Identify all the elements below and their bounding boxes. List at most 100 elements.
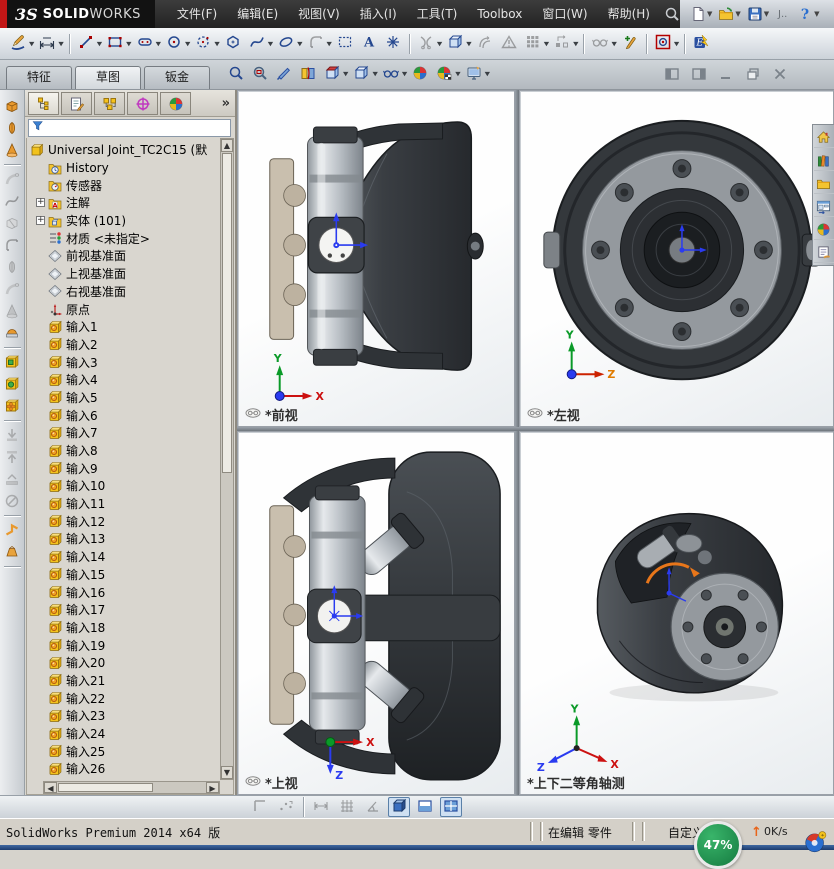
tree-item-输入7[interactable]: 输入7 [30,424,217,442]
tree-item-输入23[interactable]: 输入23 [30,707,217,725]
zoom-to-area[interactable] [249,62,271,86]
smart-dimension[interactable] [36,32,58,56]
tab-featuremanager[interactable] [28,92,59,115]
viewport-top[interactable]: X Z *上视 [237,431,515,795]
taskpane-custom-properties[interactable] [813,242,834,263]
polygon[interactable] [222,32,244,56]
expand-toggle[interactable]: + [36,198,45,208]
dropdown-caret-icon[interactable]: ▼ [707,10,712,18]
help-button[interactable]: ? ▼ [795,5,821,23]
four-view[interactable] [440,797,462,817]
doc-minimize-button[interactable] [716,65,736,83]
tab-propertymanager[interactable] [61,92,92,115]
single-view[interactable] [388,797,410,817]
spline[interactable] [246,32,268,56]
overlay-percent-badge[interactable]: 47% [694,821,742,869]
reference-axis[interactable] [2,395,23,417]
tab-configurationmanager[interactable] [94,92,125,115]
dropdown-caret-icon[interactable]: ▼ [455,71,460,77]
tree-item-输入8[interactable]: 输入8 [30,442,217,460]
tree-item-输入3[interactable]: 输入3 [30,353,217,371]
tree-horizontal-scrollbar[interactable]: ◀ ▶ [43,781,220,794]
tree-item-输入9[interactable]: 输入9 [30,459,217,477]
edit-appearance[interactable] [409,62,431,86]
taskpane-file-explorer[interactable] [813,173,834,194]
tree-item-输入25[interactable]: 输入25 [30,742,217,760]
tree-item-输入18[interactable]: 输入18 [30,619,217,637]
dropdown-caret-icon[interactable]: ▼ [297,40,302,46]
tree-vertical-scrollbar[interactable]: ▲ ▼ [220,138,234,780]
dropdown-caret-icon[interactable]: ▼ [185,40,190,46]
dropdown-caret-icon[interactable]: ▼ [58,40,63,46]
viewport-front[interactable]: Y X *前视 [237,90,515,427]
menu-item-0[interactable]: 文件(F) [167,0,227,28]
menu-item-7[interactable]: 帮助(H) [598,0,660,28]
dropdown-caret-icon[interactable]: ▼ [97,40,102,46]
dropdown-caret-icon[interactable]: ▼ [485,71,490,77]
search-icon[interactable] [664,6,680,22]
tree-item-输入5[interactable]: 输入5 [30,389,217,407]
circle[interactable] [163,32,185,56]
tab-特征[interactable]: 特征 [6,66,73,89]
doc-restore-button[interactable] [743,65,763,83]
sketch[interactable] [7,32,29,56]
dropdown-caret-icon[interactable]: ▼ [29,40,34,46]
menu-item-1[interactable]: 编辑(E) [227,0,288,28]
select-region[interactable] [334,32,356,56]
corner-rectangle[interactable] [104,32,126,56]
tree-item-前视基准面[interactable]: 前视基准面 [30,247,217,265]
viewport-left[interactable]: Y Z *左视 [519,90,834,427]
scroll-left-arrow[interactable]: ◀ [44,782,57,793]
taskpane-design-library[interactable] [813,150,834,171]
straight-slot[interactable] [134,32,156,56]
tree-item-原点[interactable]: 原点 [30,300,217,318]
view-orientation[interactable] [321,62,343,86]
expand-toggle[interactable]: + [36,216,45,226]
scroll-right-arrow[interactable]: ▶ [206,782,219,793]
tab-草图[interactable]: 草图 [75,66,142,89]
apply-scene[interactable] [433,62,455,86]
taskpane-home[interactable] [813,127,834,148]
dropdown-caret-icon[interactable]: ▼ [372,71,377,77]
scroll-thumb[interactable] [222,153,232,473]
taskpane-view-palette[interactable] [813,196,834,217]
dropdown-caret-icon[interactable]: ▼ [214,40,219,46]
tree-item-输入13[interactable]: 输入13 [30,530,217,548]
sheet-metal-base[interactable] [2,541,23,563]
ellipse[interactable] [275,32,297,56]
tree-item-输入16[interactable]: 输入16 [30,583,217,601]
reference-point[interactable] [2,373,23,395]
tree-item-输入12[interactable]: 输入12 [30,512,217,530]
print-button[interactable]: J.. [773,5,793,23]
tab-displaymanager[interactable] [160,92,191,115]
dropdown-caret-icon[interactable]: ▼ [343,71,348,77]
viewport-isometric[interactable]: Y X Z *上下二等角轴测 [519,431,834,795]
tree-item-上视基准面[interactable]: 上视基准面 [30,265,217,283]
tree-item-输入20[interactable]: 输入20 [30,654,217,672]
convert-entities[interactable] [444,32,466,56]
reference-geometry[interactable] [2,351,23,373]
hide-show-items[interactable] [380,62,402,86]
display-style[interactable] [350,62,372,86]
dropdown-caret-icon[interactable]: ▼ [735,10,740,18]
tree-item-实体 (101)[interactable]: + 实体 (101) [30,212,217,230]
tree-item-注解[interactable]: + A 注解 [30,194,217,212]
menu-item-6[interactable]: 窗口(W) [532,0,597,28]
centerpoint-arc[interactable] [192,32,214,56]
tree-item-输入24[interactable]: 输入24 [30,725,217,743]
tree-item-右视基准面[interactable]: 右视基准面 [30,283,217,301]
tree-item-输入10[interactable]: 输入10 [30,477,217,495]
point[interactable] [382,32,404,56]
dropdown-caret-icon[interactable]: ▼ [674,40,679,46]
tree-item-材质 <未指定>[interactable]: 材质 <未指定> [30,229,217,247]
view-settings[interactable] [463,62,485,86]
dropdown-caret-icon[interactable]: ▼ [268,40,273,46]
save-button[interactable]: ▼ [745,5,771,23]
tree-item-输入15[interactable]: 输入15 [30,566,217,584]
sketch-settings[interactable]: E [690,32,712,56]
dropdown-caret-icon[interactable]: ▼ [156,40,161,46]
dropdown-caret-icon[interactable]: ▼ [814,10,819,18]
tree-item-输入17[interactable]: 输入17 [30,601,217,619]
revolved-boss[interactable] [2,117,23,139]
tree-item-输入19[interactable]: 输入19 [30,636,217,654]
